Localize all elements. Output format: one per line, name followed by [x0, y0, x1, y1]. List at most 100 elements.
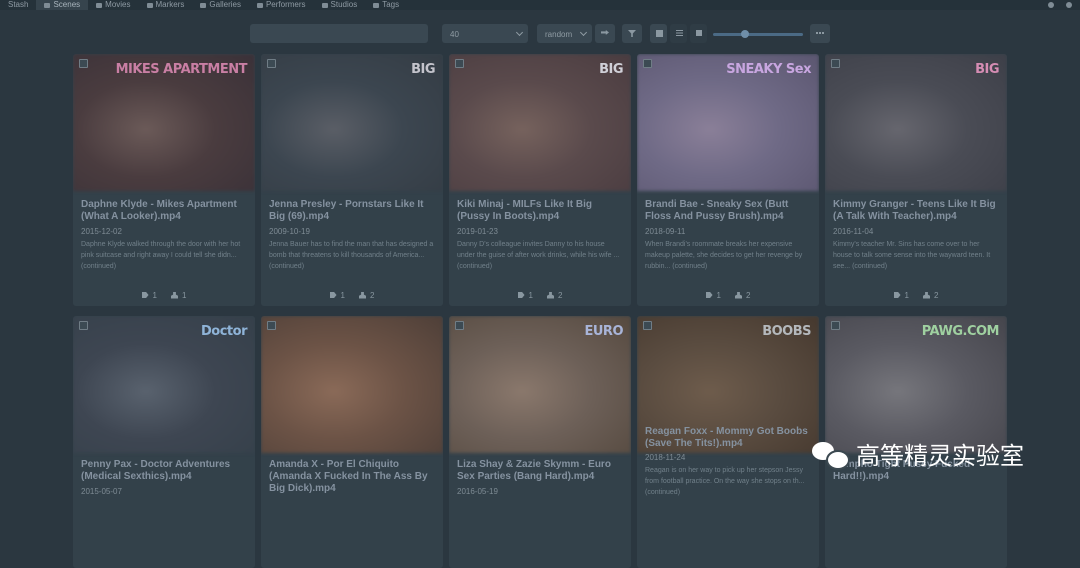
filter-icon — [628, 30, 636, 37]
performer-count: 2 — [746, 290, 751, 300]
scene-popovers: 12 — [825, 289, 1007, 301]
performer-count-button[interactable]: 2 — [359, 289, 374, 301]
scene-thumbnail[interactable] — [261, 316, 443, 453]
scene-title[interactable]: Kiki Minaj - MILFs Like It Big (Pussy In… — [457, 199, 623, 223]
gear-icon[interactable] — [1048, 2, 1054, 8]
select-checkbox[interactable] — [267, 321, 276, 330]
zoom-slider-thumb[interactable] — [740, 30, 749, 38]
tag-count-button[interactable]: 1 — [893, 289, 909, 301]
wall-view-icon — [695, 30, 702, 36]
scene-description: Kimmy's teacher Mr. Sins has come over t… — [833, 241, 991, 270]
tag-icon — [373, 2, 380, 8]
performer-count-button[interactable]: 2 — [547, 289, 562, 301]
scene-card[interactable]: BIG Kimmy Granger - Teens Like It Big (A … — [825, 54, 1007, 306]
select-checkbox[interactable] — [831, 321, 840, 330]
film-icon — [96, 2, 103, 8]
select-checkbox[interactable] — [79, 59, 88, 68]
studio-logo: SNEAKY Sex — [726, 62, 811, 77]
scene-card[interactable]: MIKES APARTMENT Daphne Klyde - Mikes Apar… — [73, 54, 255, 306]
scene-title[interactable]: Brandi Bae - Sneaky Sex (Butt Floss And … — [645, 199, 811, 223]
nav-item-markers[interactable]: Markers — [139, 0, 193, 10]
scene-title[interactable]: Jenna Presley - Pornstars Like It Big (6… — [269, 199, 435, 223]
tag-count-button[interactable]: 1 — [705, 289, 721, 301]
tag-count-button[interactable]: 1 — [329, 289, 345, 301]
select-checkbox[interactable] — [643, 59, 652, 68]
nav-item-performers[interactable]: Performers — [249, 0, 314, 10]
map-marker-icon — [146, 2, 153, 8]
studio-logo: BOOBS — [762, 324, 811, 339]
tag-count-button[interactable]: 1 — [141, 289, 157, 301]
shuffle-icon — [601, 30, 609, 35]
studio-logo: MIKES APARTMENT — [115, 62, 248, 77]
scene-popovers: 11 — [73, 289, 255, 301]
select-checkbox[interactable] — [643, 321, 652, 330]
shuffle-button[interactable] — [595, 24, 615, 43]
nav-item-label: Tags — [382, 0, 400, 9]
performer-count-button[interactable]: 2 — [923, 289, 938, 301]
play-circle-icon — [44, 2, 51, 8]
filter-button[interactable] — [622, 24, 642, 43]
watermark: 高等精灵实验室 — [812, 436, 1024, 471]
performer-count-button[interactable]: 1 — [171, 289, 186, 301]
scene-card[interactable]: BIG Kiki Minaj - MILFs Like It Big (Pussy… — [449, 54, 631, 306]
performer-count-button[interactable]: 2 — [735, 289, 750, 301]
scene-popovers: 12 — [449, 289, 631, 301]
per-page-select[interactable]: 40 — [442, 24, 528, 43]
tag-count: 1 — [152, 290, 157, 300]
scene-date: 2015-05-07 — [81, 487, 122, 496]
nav-item-tags[interactable]: Tags — [365, 0, 407, 10]
scene-card[interactable]: BIG Jenna Presley - Pornstars Like It Big… — [261, 54, 443, 306]
nav-item-galleries[interactable]: Galleries — [192, 0, 249, 10]
grid-view-button[interactable] — [650, 24, 667, 43]
scene-card[interactable]: BOOBS Reagan Foxx - Mommy Got Boobs (Save… — [637, 316, 819, 568]
scene-description: Jenna Bauer has to find the man that has… — [269, 241, 434, 270]
nav-item-label: Studios — [330, 0, 358, 9]
tag-icon — [893, 292, 901, 298]
user-icon — [171, 291, 178, 299]
scene-title[interactable]: Kimmy Granger - Teens Like It Big (A Tal… — [833, 199, 999, 223]
sign-out-icon[interactable] — [1066, 2, 1072, 8]
sort-by-select[interactable]: random — [537, 24, 592, 43]
scene-card[interactable]: Doctor Penny Pax - Doctor Adventures (Med… — [73, 316, 255, 568]
tag-count: 1 — [716, 290, 721, 300]
grid-view-icon — [655, 30, 663, 37]
video-icon — [321, 2, 328, 8]
nav-item-movies[interactable]: Movies — [88, 0, 138, 10]
nav-item-label: Movies — [105, 0, 131, 9]
search-input[interactable] — [250, 24, 428, 43]
scene-description: Daphne Klyde walked through the door wit… — [81, 241, 241, 270]
nav-item-studios[interactable]: Studios — [314, 0, 366, 10]
scene-title[interactable]: Daphne Klyde - Mikes Apartment (What A L… — [81, 199, 247, 223]
select-checkbox[interactable] — [831, 59, 840, 68]
scene-card[interactable]: EURO Liza Shay & Zazie Skymm - Euro Sex P… — [449, 316, 631, 568]
list-view-button[interactable] — [670, 24, 687, 43]
wechat-icon — [812, 440, 850, 470]
zoom-slider[interactable] — [713, 30, 803, 38]
scene-card[interactable]: SNEAKY Sex Brandi Bae - Sneaky Sex (Butt … — [637, 54, 819, 306]
wall-view-button[interactable] — [690, 24, 707, 43]
scene-date: 2019-01-23 — [457, 227, 498, 236]
scene-title[interactable]: Penny Pax - Doctor Adventures (Medical S… — [81, 459, 247, 483]
select-checkbox[interactable] — [267, 59, 276, 68]
select-checkbox[interactable] — [79, 321, 88, 330]
scene-title[interactable]: Amanda X - Por El Chiquito (Amanda X Fuc… — [269, 459, 435, 495]
select-checkbox[interactable] — [455, 59, 464, 68]
nav-item-stash[interactable]: Stash — [0, 0, 36, 10]
scene-date: 2009-10-19 — [269, 227, 310, 236]
studio-logo: BIG — [411, 62, 435, 77]
scene-title[interactable]: Liza Shay & Zazie Skymm - Euro Sex Parti… — [457, 459, 623, 483]
user-icon — [923, 291, 930, 299]
scene-title[interactable]: Reagan Foxx - Mommy Got Boobs (Save The … — [645, 426, 811, 450]
tag-count-button[interactable]: 1 — [517, 289, 533, 301]
list-view-icon — [675, 30, 683, 36]
nav-item-label: Performers — [265, 0, 306, 9]
scene-card[interactable]: Amanda X - Por El Chiquito (Amanda X Fuc… — [261, 316, 443, 568]
scene-date: 2016-05-19 — [457, 487, 498, 496]
more-options-icon — [816, 32, 824, 34]
nav-item-scenes[interactable]: Scenes — [36, 0, 89, 10]
more-options-button[interactable] — [810, 24, 830, 43]
scene-date: 2018-11-24 — [645, 453, 686, 462]
studio-logo: EURO — [584, 324, 624, 339]
user-icon — [359, 291, 366, 299]
select-checkbox[interactable] — [455, 321, 464, 330]
